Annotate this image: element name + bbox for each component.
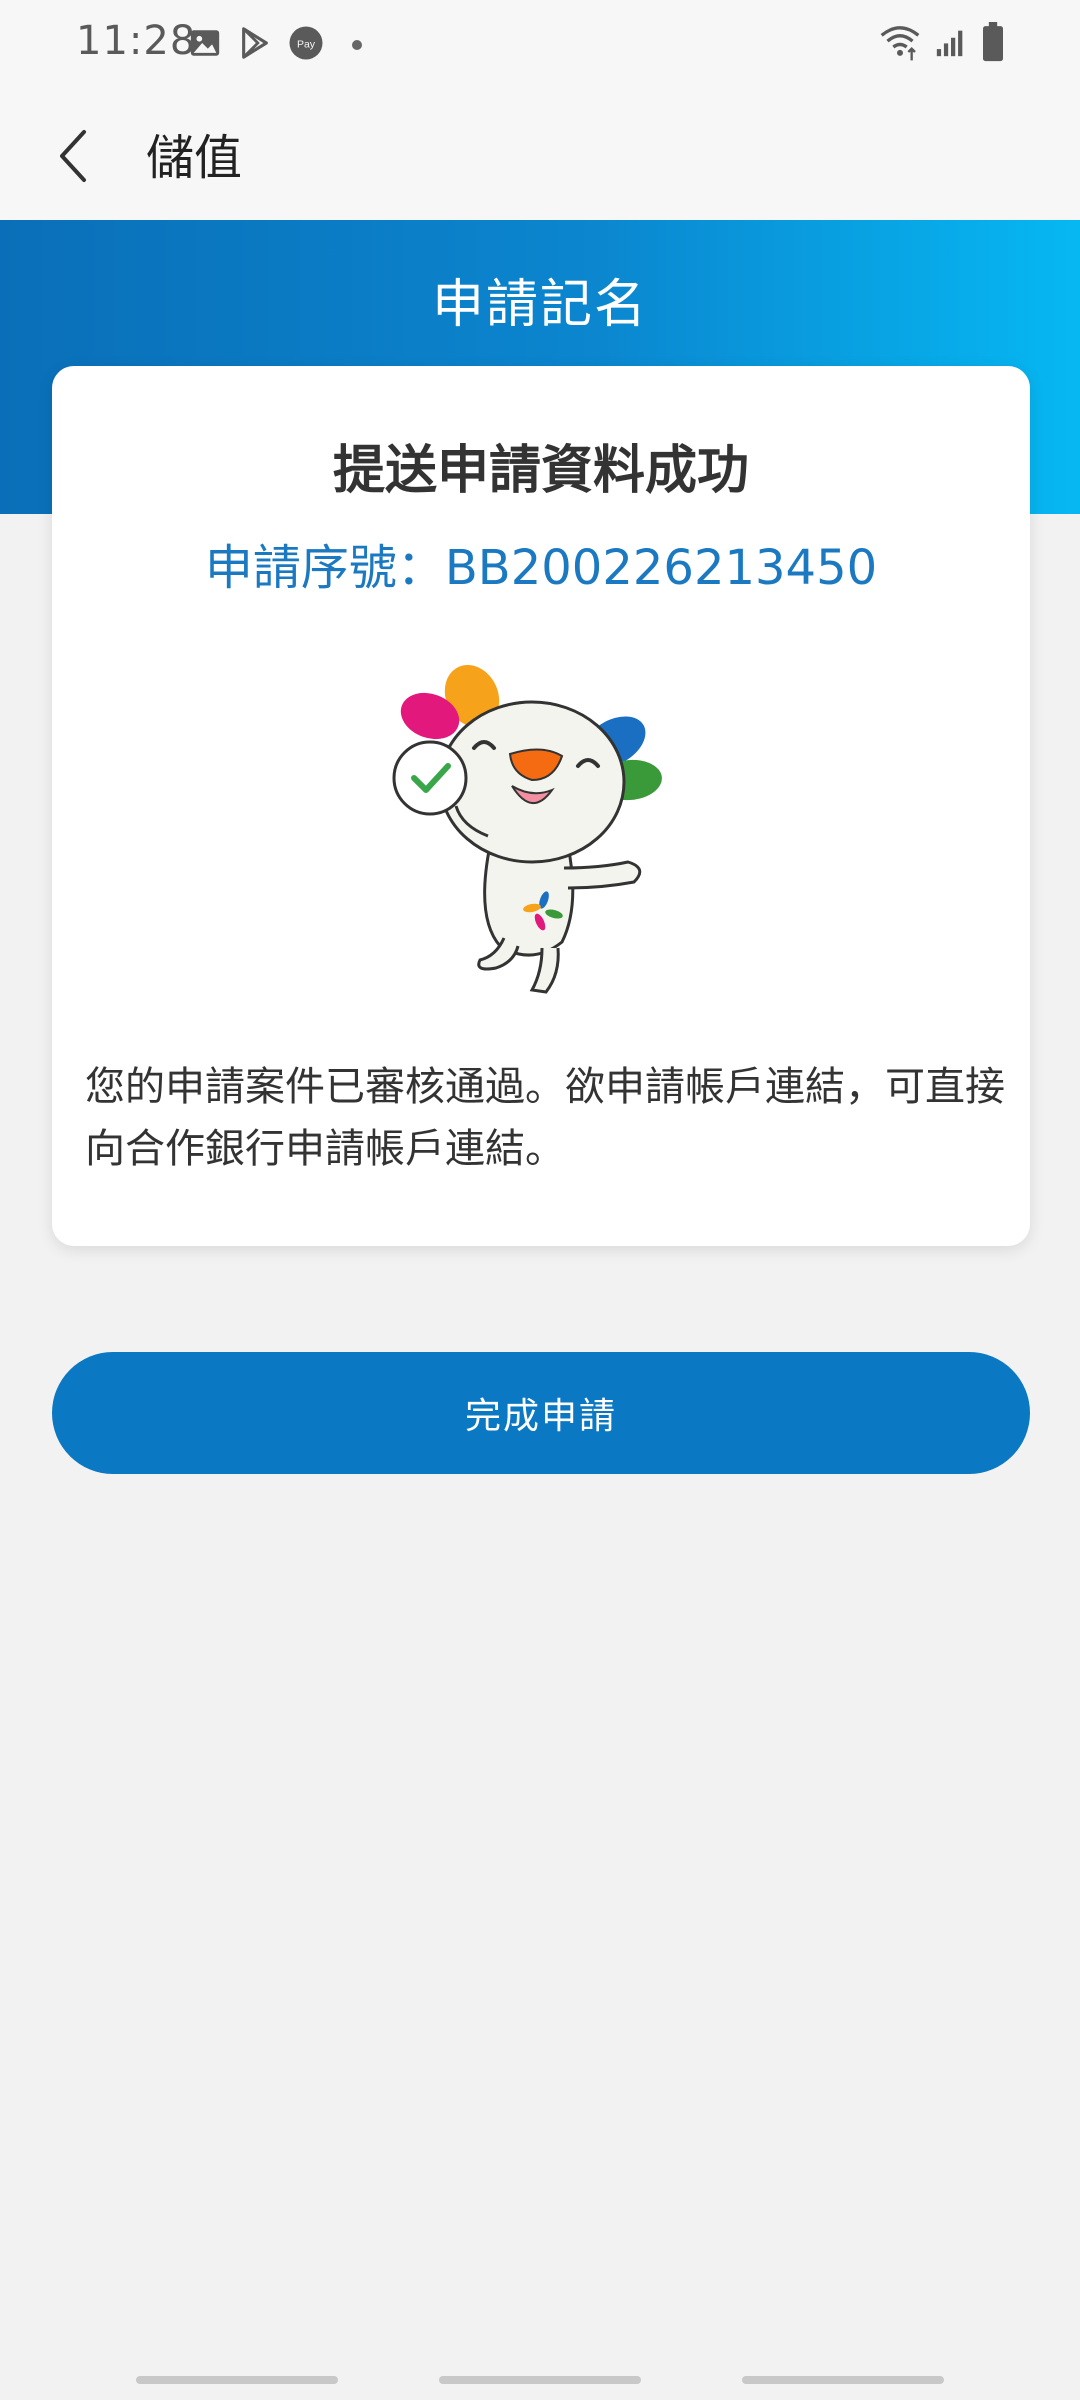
battery-icon [983,22,1003,62]
notification-dot [352,40,362,50]
wifi-icon [880,26,920,61]
nav-home-handle[interactable] [439,2376,641,2384]
app-bar: 儲值 [0,88,1080,220]
banner-title: 申請記名 [431,275,648,335]
complete-application-button[interactable]: 完成申請 [52,1352,1030,1474]
serial-number: 申請序號：BB200226213450 [52,528,1030,598]
serial-value: BB200226213450 [444,540,878,596]
status-bar: 11:28 Pay [0,0,1080,88]
back-button[interactable] [44,110,104,200]
status-time: 11:28 [76,18,197,64]
gallery-icon [190,30,220,56]
serial-label: 申請序號： [204,540,445,596]
checkmark-icon [392,740,468,816]
signal-icon [936,30,963,57]
svg-text:Pay: Pay [297,39,316,51]
pay-icon: Pay [289,26,323,60]
mascot-illustration [392,664,662,994]
result-message: 您的申請案件已審核通過。欲申請帳戶連結，可直接向合作銀行申請帳戶連結。 [85,1064,1005,1172]
success-title: 提送申請資料成功 [332,441,749,501]
play-store-icon [242,27,268,59]
chevron-left-icon [60,130,86,182]
success-card: 提送申請資料成功 申請序號：BB200226213450 您的申請案件已審核通過… [52,366,1030,1246]
page-title: 儲值 [146,130,243,186]
nav-recent-handle[interactable] [136,2376,338,2384]
nav-back-handle[interactable] [742,2376,944,2384]
